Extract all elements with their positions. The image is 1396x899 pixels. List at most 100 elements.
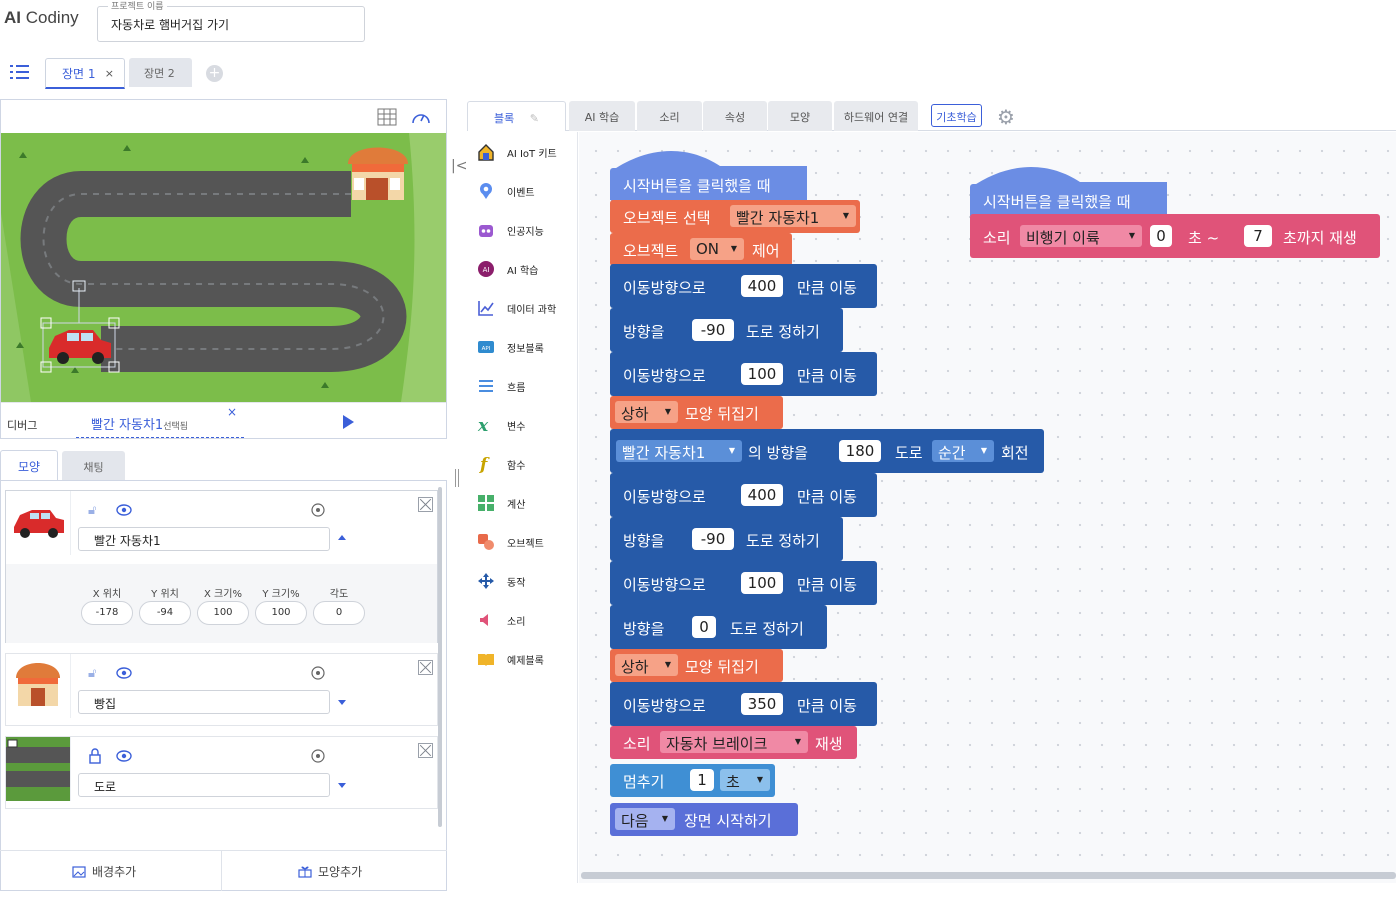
selected-object-name[interactable]: 빨간 자동차1선택됨 — [91, 414, 188, 433]
sound-end-value[interactable]: 7 — [1244, 225, 1272, 247]
x-size-field[interactable]: 100 — [197, 601, 249, 625]
move-4-value[interactable]: 100 — [741, 572, 783, 594]
project-name-value[interactable]: 자동차로 햄버거집 가기 — [111, 16, 229, 33]
tab-shape[interactable]: 모양 — [0, 450, 58, 481]
on-off-dropdown[interactable]: ON ▼ — [690, 238, 744, 260]
deselect-icon[interactable]: × — [227, 405, 237, 419]
block-flip-2[interactable]: 상하 ▼ 모양 뒤집기 — [610, 649, 783, 682]
delete-object-icon[interactable] — [418, 660, 433, 675]
object-dropdown[interactable]: 빨간 자동차1 ▼ — [730, 205, 856, 227]
move-2-value[interactable]: 100 — [741, 363, 783, 385]
hat-block-start-label[interactable]: 시작버튼을 클릭했을 때 — [610, 168, 807, 201]
direction-3-value[interactable]: 0 — [692, 616, 716, 638]
tab-scene-1[interactable]: 장면 1 × — [45, 58, 125, 89]
block-direction-1[interactable]: 방향을 -90 도로 정하기 — [610, 308, 843, 352]
hat-block-start-2-label[interactable]: 시작버튼을 클릭했을 때 — [970, 184, 1167, 217]
rotate-angle-value[interactable]: 180 — [839, 440, 881, 462]
delete-object-icon[interactable] — [418, 743, 433, 758]
flip-2-dropdown[interactable]: 상하 ▼ — [615, 654, 678, 676]
block-play-sound-range[interactable]: 소리 비행기 이륙 ▼ 0 초 ~ 7 초까지 재생 — [970, 214, 1380, 258]
tab-ai-learning[interactable]: AI 학습 — [569, 101, 635, 131]
block-flip-1[interactable]: 상하 ▼ 모양 뒤집기 — [610, 396, 783, 429]
collapse-panel-icon[interactable]: |< — [451, 158, 467, 174]
add-shape-button[interactable]: 모양추가 — [298, 851, 362, 891]
lock-icon[interactable] — [88, 748, 102, 764]
y-size-field[interactable]: 100 — [255, 601, 307, 625]
scene-dropdown[interactable]: 다음 ▼ — [615, 808, 675, 830]
unlock-icon[interactable]: 🔓︎ — [88, 504, 96, 518]
flip-1-dropdown[interactable]: 상하 ▼ — [615, 401, 678, 423]
block-move-3[interactable]: 이동방향으로 400 만큼 이동 — [610, 473, 877, 517]
play-icon[interactable] — [343, 415, 354, 429]
rotation-icon[interactable] — [310, 503, 326, 517]
rotate-target-dropdown[interactable]: 빨간 자동차1 ▼ — [616, 440, 742, 462]
object-card-road[interactable]: 도로 — [5, 736, 438, 809]
block-select-object[interactable]: 오브젝트 선택 빨간 자동차1 ▼ — [610, 200, 860, 233]
debug-button[interactable]: 디버그 — [7, 417, 37, 433]
tab-hardware[interactable]: 하드웨어 연결 — [834, 101, 918, 131]
image-icon — [72, 866, 86, 878]
y-pos-field[interactable]: -94 — [139, 601, 191, 625]
sound-range-dropdown[interactable]: 비행기 이륙 ▼ — [1020, 225, 1142, 247]
grid-icon[interactable] — [377, 108, 397, 126]
block-move-5[interactable]: 이동방향으로 350 만큼 이동 — [610, 682, 877, 726]
unlock-icon[interactable]: 🔓︎ — [88, 667, 96, 681]
chevron-up-icon[interactable] — [338, 535, 346, 540]
block-object-control[interactable]: 오브젝트 ON ▼ 제어 — [610, 233, 792, 266]
gear-icon[interactable]: ⚙ — [997, 105, 1015, 129]
workspace-scrollbar[interactable] — [581, 872, 1396, 879]
x-pos-field[interactable]: -178 — [81, 601, 133, 625]
add-background-button[interactable]: 배경추가 — [72, 851, 136, 891]
wait-unit-dropdown[interactable]: 초 ▼ — [720, 769, 770, 791]
speed-gauge-icon[interactable] — [410, 107, 432, 127]
move-3-value[interactable]: 400 — [741, 484, 783, 506]
tab-shape-editor[interactable]: 모양 — [768, 101, 832, 131]
sound-dropdown[interactable]: 자동차 브레이크 ▼ — [660, 731, 808, 753]
menu-list-icon[interactable] — [10, 65, 29, 80]
block-move-2[interactable]: 이동방향으로 100 만큼 이동 — [610, 352, 877, 396]
chevron-down-icon[interactable] — [338, 783, 346, 788]
eye-icon[interactable] — [116, 749, 132, 763]
rotation-icon[interactable] — [310, 666, 326, 680]
rotate-mode-dropdown[interactable]: 순간 ▼ — [932, 440, 994, 462]
direction-2-value[interactable]: -90 — [692, 528, 734, 550]
resize-handle[interactable] — [455, 469, 459, 487]
tab-blocks[interactable]: 블록 ✎ — [467, 101, 566, 131]
pin-icon[interactable]: ✎ — [530, 112, 539, 125]
eye-icon[interactable] — [116, 503, 132, 517]
angle-field[interactable]: 0 — [313, 601, 365, 625]
object-card-car[interactable]: 🔓︎ 빨간 자동차1 X 위치 Y 위치 X 크기% Y 크기% 각도 -178… — [5, 490, 438, 643]
chevron-down-icon[interactable] — [338, 700, 346, 705]
wait-value[interactable]: 1 — [690, 769, 714, 791]
object-list-scrollbar[interactable] — [438, 487, 442, 827]
block-rotate[interactable]: 빨간 자동차1 ▼ 의 방향을 180 도로 순간 ▼ 회전 — [610, 429, 1044, 473]
block-wait[interactable]: 멈추기 1 초 ▼ — [610, 764, 775, 797]
object-card-bakery[interactable]: 🔓︎ 빵집 — [5, 653, 438, 726]
block-editor: 블록 ✎ AI 학습 소리 속성 모양 하드웨어 연결 기초학습 ⚙ AI Io… — [467, 100, 1396, 883]
direction-1-value[interactable]: -90 — [692, 319, 734, 341]
object-name-input[interactable]: 도로 — [78, 773, 330, 797]
move-1-value[interactable]: 400 — [741, 275, 783, 297]
basic-learning-button[interactable]: 기초학습 — [931, 104, 982, 127]
block-workspace[interactable]: 시작버튼을 클릭했을 때 오브젝트 선택 빨간 자동차1 ▼ 오브젝트 ON ▼ 제… — [579, 132, 1396, 883]
object-name-input[interactable]: 빵집 — [78, 690, 330, 714]
eye-icon[interactable] — [116, 666, 132, 680]
block-play-sound[interactable]: 소리 자동차 브레이크 ▼ 재생 — [610, 726, 857, 759]
object-name-input[interactable]: 빨간 자동차1 — [78, 527, 330, 551]
block-move-4[interactable]: 이동방향으로 100 만큼 이동 — [610, 561, 877, 605]
block-direction-2[interactable]: 방향을 -90 도로 정하기 — [610, 517, 843, 561]
tab-property[interactable]: 속성 — [703, 101, 767, 131]
tab-scene-2[interactable]: 장면 2 — [129, 58, 192, 87]
stage-canvas[interactable] — [1, 133, 446, 402]
add-scene-icon[interactable]: + — [206, 65, 223, 82]
move-5-value[interactable]: 350 — [741, 693, 783, 715]
sound-start-value[interactable]: 0 — [1150, 225, 1172, 247]
rotation-icon[interactable] — [310, 749, 326, 763]
block-direction-3[interactable]: 방향을 0 도로 정하기 — [610, 605, 827, 649]
close-scene-icon[interactable]: × — [105, 67, 114, 80]
delete-object-icon[interactable] — [418, 497, 433, 512]
tab-sound[interactable]: 소리 — [637, 101, 702, 131]
tab-chat[interactable]: 채팅 — [62, 451, 125, 481]
block-next-scene[interactable]: 다음 ▼ 장면 시작하기 — [610, 803, 798, 836]
block-move-1[interactable]: 이동방향으로 400 만큼 이동 — [610, 264, 877, 308]
